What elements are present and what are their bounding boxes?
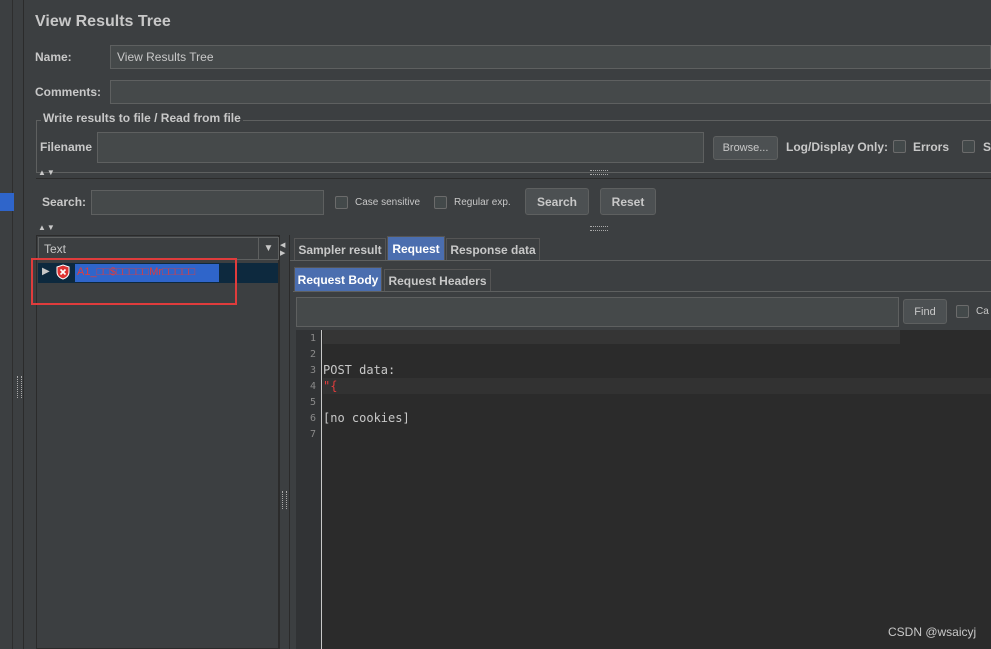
find-case-checkbox[interactable] [956,305,969,318]
vertical-splitter-grip[interactable] [282,491,287,509]
line-number: 6 [309,413,316,424]
line-number: 2 [309,349,316,360]
divider-top [36,178,991,179]
tab-request-body[interactable]: Request Body [294,267,382,291]
chevron-down-icon[interactable]: ▼ [258,238,278,259]
sidebar-divider [12,0,13,649]
browse-button[interactable]: Browse... [713,136,778,160]
comments-field[interactable] [110,80,991,104]
successes-checkbox[interactable] [962,140,975,153]
filename-field[interactable] [97,132,704,163]
watermark: CSDN @wsaicyj [888,625,977,639]
line-number: 3 [309,365,316,376]
write-results-legend: Write results to file / Read from file [41,111,243,125]
successes-label: S [983,140,991,154]
collapse-expand-arrows-bottom[interactable]: ▲▼ [38,223,56,232]
tab-request-headers[interactable]: Request Headers [384,269,491,291]
errors-checkbox[interactable] [893,140,906,153]
tab-sampler-result[interactable]: Sampler result [294,238,386,260]
find-input[interactable] [296,297,899,327]
top-splitter-grip[interactable] [590,170,608,175]
find-button[interactable]: Find [903,299,947,324]
line-number: 5 [309,397,316,408]
regex-checkbox[interactable] [434,196,447,209]
vertical-splitter[interactable] [279,235,290,649]
errors-label: Errors [913,140,950,154]
reset-button[interactable]: Reset [600,188,656,215]
tab-response-data[interactable]: Response data [446,238,540,260]
line-number: 1 [309,333,316,344]
case-sensitive-checkbox[interactable] [335,196,348,209]
case-sensitive-label: Case sensitive [355,197,421,208]
sidebar-selection-marker[interactable] [0,193,14,211]
filename-label: Filename [40,140,93,154]
regex-label: Regular exp. [454,197,511,208]
search-button[interactable]: Search [525,188,589,215]
find-case-label: Ca [976,306,989,317]
subtab-baseline [293,291,991,292]
current-line-highlight [323,378,991,394]
search-label: Search: [42,195,87,209]
line-number: 7 [309,429,316,440]
name-field[interactable]: View Results Tree [110,45,991,69]
collapse-expand-arrows-top[interactable]: ▲▼ [38,168,56,177]
renderer-select-value: Text [44,242,67,256]
tab-baseline [290,260,991,261]
comments-label: Comments: [35,85,102,99]
code-line: POST data: [323,363,396,377]
renderer-select[interactable]: Text ▼ [38,237,279,260]
editor-gutter: 1 2 3 4 5 6 7 [296,330,322,649]
name-label: Name: [35,50,72,64]
line-number: 4 [309,381,316,392]
tab-request[interactable]: Request [387,236,445,260]
left-sidebar-strip [0,0,24,649]
code-line: [no cookies] [323,411,410,425]
search-input[interactable] [91,190,324,215]
sidebar-splitter-grip[interactable] [17,376,22,398]
code-line: "{ [323,379,338,393]
annotation-highlight-box [31,258,237,305]
obscured-line-1 [323,330,900,344]
middle-splitter-grip[interactable] [590,226,608,231]
log-display-label: Log/Display Only: [786,140,889,154]
splitter-arrows[interactable]: ◀ ▶ [280,242,285,258]
page-title: View Results Tree [35,13,171,30]
